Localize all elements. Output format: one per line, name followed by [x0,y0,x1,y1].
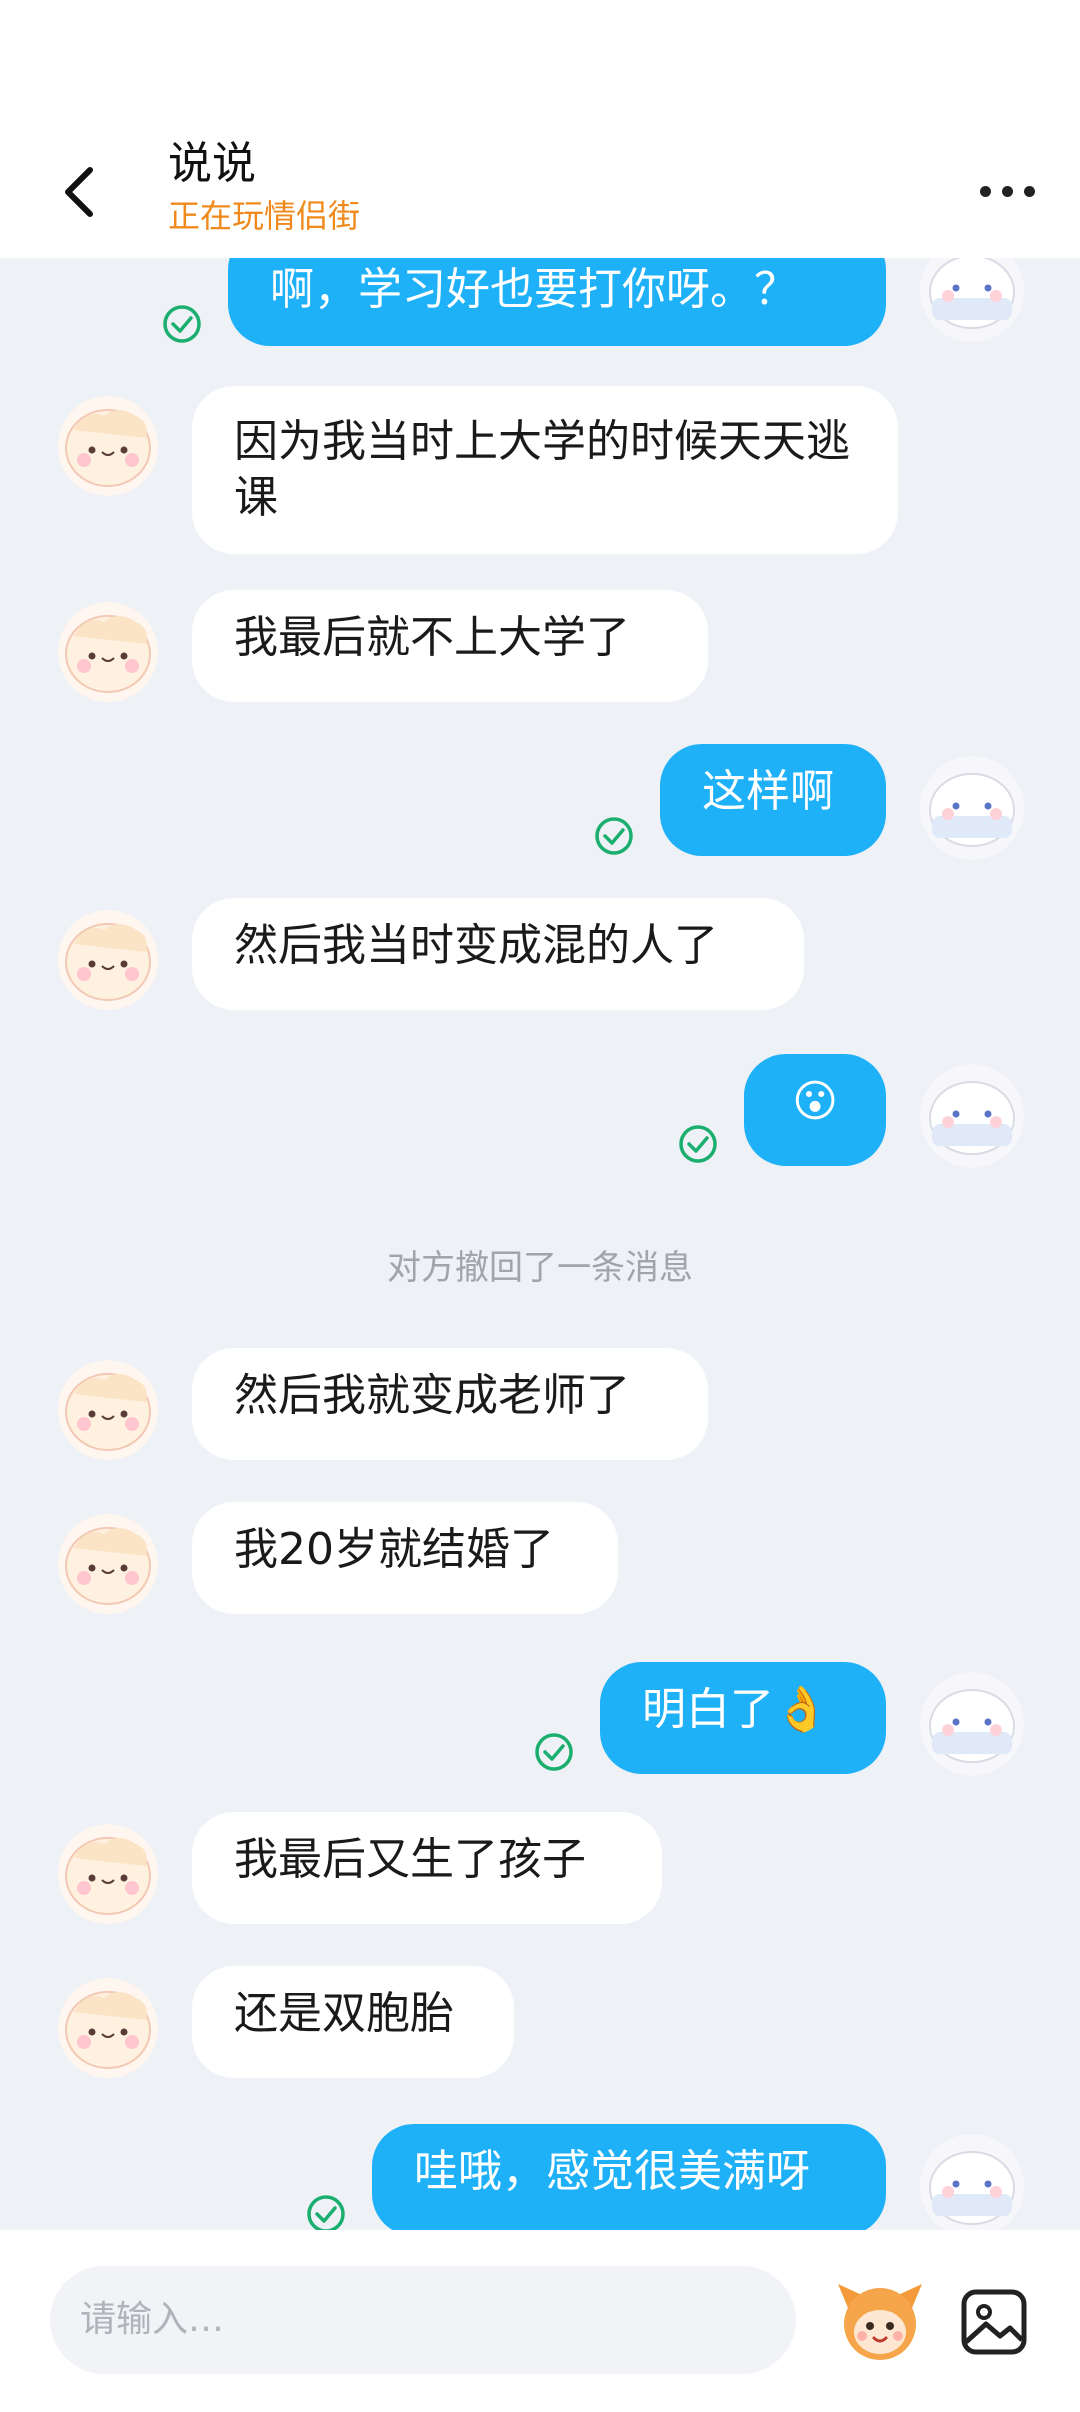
back-button[interactable] [52,156,108,228]
more-button[interactable] [974,170,1042,214]
read-check-icon [535,1733,573,1771]
message-bubble[interactable]: 😮 [744,1054,886,1166]
message-bubble[interactable]: 这样啊 [660,744,886,856]
image-button[interactable] [958,2286,1030,2358]
mascot-icon [838,2284,922,2360]
message-bubble[interactable]: 还是双胞胎 [192,1966,514,2078]
my-avatar[interactable] [916,1668,1028,1780]
contact-avatar[interactable] [56,1822,160,1926]
message-bubble[interactable]: 然后我当时变成混的人了 [192,898,804,1010]
message-bubble[interactable]: 明白了👌 [600,1662,886,1774]
recall-notice: 对方撤回了一条消息 [387,1248,693,1288]
contact-avatar[interactable] [56,394,160,498]
status-bar [0,0,1080,130]
contact-avatar[interactable] [56,908,160,1012]
message-bubble[interactable]: 啊，学习好也要打你呀。？ [228,258,886,346]
message-bubble[interactable]: 哇哦，感觉很美满呀 [372,2124,886,2230]
contact-avatar[interactable] [56,1976,160,2080]
contact-avatar[interactable] [56,600,160,704]
message-list[interactable]: 啊，学习好也要打你呀。？ 因为我当时上大学的时候天天逃课 我最后就不上大学了 这… [0,258,1080,2230]
message-bubble[interactable]: 我最后就不上大学了 [192,590,708,702]
read-check-icon [163,305,201,343]
message-bubble[interactable]: 然后我就变成老师了 [192,1348,708,1460]
chat-title: 说说 [168,138,256,189]
chat-header: 说说 正在玩情侣街 [0,130,1080,258]
back-chevron-icon [65,167,93,217]
my-avatar[interactable] [916,258,1028,346]
input-bar: 请输入… [0,2230,1080,2412]
contact-avatar[interactable] [56,1358,160,1462]
mascot-button[interactable] [834,2274,926,2366]
read-check-icon [307,2195,345,2230]
chat-status: 正在玩情侣街 [168,197,361,235]
read-check-icon [595,817,633,855]
my-avatar[interactable] [916,1060,1028,1172]
my-avatar[interactable] [916,752,1028,864]
contact-avatar[interactable] [56,1512,160,1616]
message-bubble[interactable]: 我最后又生了孩子 [192,1812,662,1924]
message-bubble[interactable]: 因为我当时上大学的时候天天逃课 [192,386,898,554]
message-bubble[interactable]: 我20岁就结婚了 [192,1502,618,1614]
image-icon [961,2289,1027,2355]
message-input[interactable]: 请输入… [50,2266,796,2374]
read-check-icon [679,1125,717,1163]
my-avatar[interactable] [916,2130,1028,2230]
